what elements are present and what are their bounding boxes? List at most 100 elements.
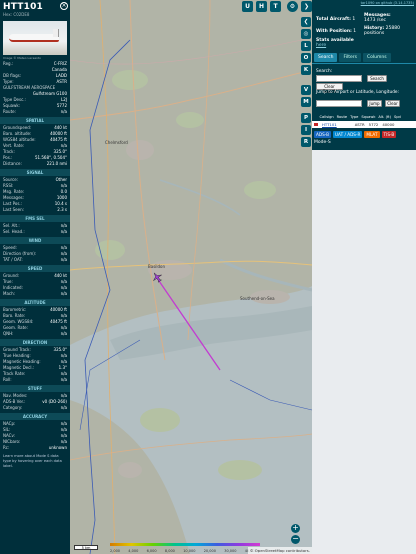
map-button-h[interactable]: H [256,1,267,12]
info-row-value: 2.3 s [57,207,67,212]
info-row-value: n/a [60,229,67,234]
map-view[interactable]: Chelmsford Southend-on-Sea Basildon UHT ⚙ … [70,0,312,554]
info-row-value: n/a [60,257,67,262]
map-place-label: Chelmsford [105,140,128,145]
collapse-chevron-left-icon[interactable]: ❮ [301,17,311,27]
map-button-t[interactable]: T [270,1,281,12]
info-row-label: Roll: [3,377,12,382]
row-squawk: 5772 [368,122,379,127]
info-row-label: Mach: [3,291,15,296]
section-title-speed: SPEED [0,265,70,272]
map-scale: 5 km [74,545,98,550]
zoom-out-button[interactable]: − [291,535,300,544]
info-row-value: n/a [60,377,67,382]
clear-jump-button[interactable]: Clear [385,100,400,107]
type-value: ASTR [56,79,68,84]
info-row: Mach: n/a [0,291,70,297]
colorbar-tick-label: 30,000 [224,549,237,553]
column-header[interactable]: Type [349,115,360,119]
with-pos-label: With Position: [316,29,352,34]
section-title-fms-sel: FMS SEL [0,215,70,222]
info-row: QNH: n/a [0,331,70,337]
map-canvas[interactable] [70,0,312,554]
map-side-button-m[interactable]: M [301,97,311,107]
source-legend: ADS-B UAT / ADS-R MLAT TIS-B [314,131,397,138]
reg-label: Reg.: [3,61,14,66]
info-row-label: Distance: [3,161,22,166]
jump-label: Jump to Airport or Latitude, Longitude: [316,90,400,95]
info-row-value: n/a [60,331,67,336]
map-side-button-r[interactable]: R [301,137,311,147]
info-row: Sel. Head.: n/a [0,229,70,235]
info-row-label: Rc: [3,445,10,450]
hex-value: C02DE8 [13,12,30,17]
circle-toggle-icon[interactable]: ◎ [301,29,311,39]
map-attribution: © OpenStreetMap contributors. [247,547,312,554]
messages-value: 1473 /sec [364,18,386,23]
close-icon[interactable]: × [60,2,68,10]
section-title-accuracy: ACCURACY [0,413,70,420]
jump-input[interactable] [316,100,362,107]
clear-search-button[interactable]: Clear Search [316,83,343,94]
map-side-button-l[interactable]: L [301,41,311,51]
sidebar-tabs: Search Filters Columns [314,53,391,62]
zoom-in-button[interactable]: + [291,524,300,533]
altitude-colorbar [110,543,260,546]
row-type: ASTR [354,122,365,127]
version-link[interactable]: tar1090 on github (3.14.1735) [361,1,414,5]
colorbar-tick-label: 8,000 [164,549,175,553]
map-side-button-k[interactable]: K [301,65,311,75]
search-button[interactable]: Search [367,75,387,82]
mode-s-label: Mode-S [314,140,331,145]
info-sections: SPATIAL Groundspeed: 440 kt Baro. altitude:… [0,117,70,451]
aircraft-photo[interactable] [3,21,67,55]
info-row: TAT / OAT: n/a [0,257,70,263]
column-header[interactable]: Callsign [318,115,335,119]
total-label: Total Aircraft: [316,17,351,22]
row-callsign[interactable]: HTT101 [320,122,339,127]
search-label: Search: [316,69,333,74]
aircraft-info-panel: HTT101 Hex: C02DE8 × Image © Mateo Lacsa… [0,0,70,554]
settings-gear-icon[interactable]: ⚙ [287,1,298,12]
row-altitude: 40000 [382,122,395,127]
column-header[interactable]: Alt. (ft) [377,115,393,119]
map-button-u[interactable]: U [242,1,253,12]
route-label: Route: [3,109,16,114]
info-row-value: 221.0 nmi [46,161,67,166]
with-pos-value: 1 [353,29,357,34]
table-row[interactable]: HTT101 ASTR 5772 40000 [312,121,416,128]
jump-button[interactable]: Jump [367,100,382,107]
colorbar-tick-label: 4,000 [128,549,139,553]
column-header[interactable]: Squawk [360,115,377,119]
aircraft-callsign: HTT101 [3,2,44,12]
section-title-direction: DIRECTION [0,339,70,346]
info-row-value: n/a [60,291,67,296]
column-header[interactable]: Spd [393,115,403,119]
info-row-label: Last Seen: [3,207,24,212]
info-row: Last Seen: 2.3 s [0,207,70,213]
map-side-button-p[interactable]: P [301,113,311,123]
column-header[interactable]: Route [335,115,348,119]
learn-more-text: Learn more about Mode S data type by hov… [3,454,62,468]
map-place-label: Basildon [148,264,166,269]
info-row-label: TAT / OAT: [3,257,23,262]
info-row-label: QNH: [3,331,14,336]
colorbar-tick-label: 6,000 [146,549,157,553]
map-side-button-i[interactable]: I [301,125,311,135]
tab-filters[interactable]: Filters [339,53,361,62]
map-side-button-v[interactable]: V [301,85,311,95]
section-title-spatial: SPATIAL [0,117,70,124]
source-badge: TIS-B [381,131,397,138]
section-title-altitude: ALTITUDE [0,299,70,306]
canada-flag-icon [314,123,318,126]
hex-label: Hex: [3,12,13,17]
search-input[interactable] [316,75,362,82]
stats-here-link[interactable]: here [316,43,326,48]
collapse-sidebar-chevron-icon[interactable]: ❯ [301,1,312,12]
source-badge: ADS-B [314,131,331,138]
right-sidebar: tar1090 on github (3.14.1735) Total Airc… [312,0,416,554]
map-side-button-o[interactable]: O [301,53,311,63]
tab-columns[interactable]: Columns [362,53,391,62]
tab-search[interactable]: Search [314,53,338,62]
colorbar-tick-label: 2,000 [110,549,121,553]
